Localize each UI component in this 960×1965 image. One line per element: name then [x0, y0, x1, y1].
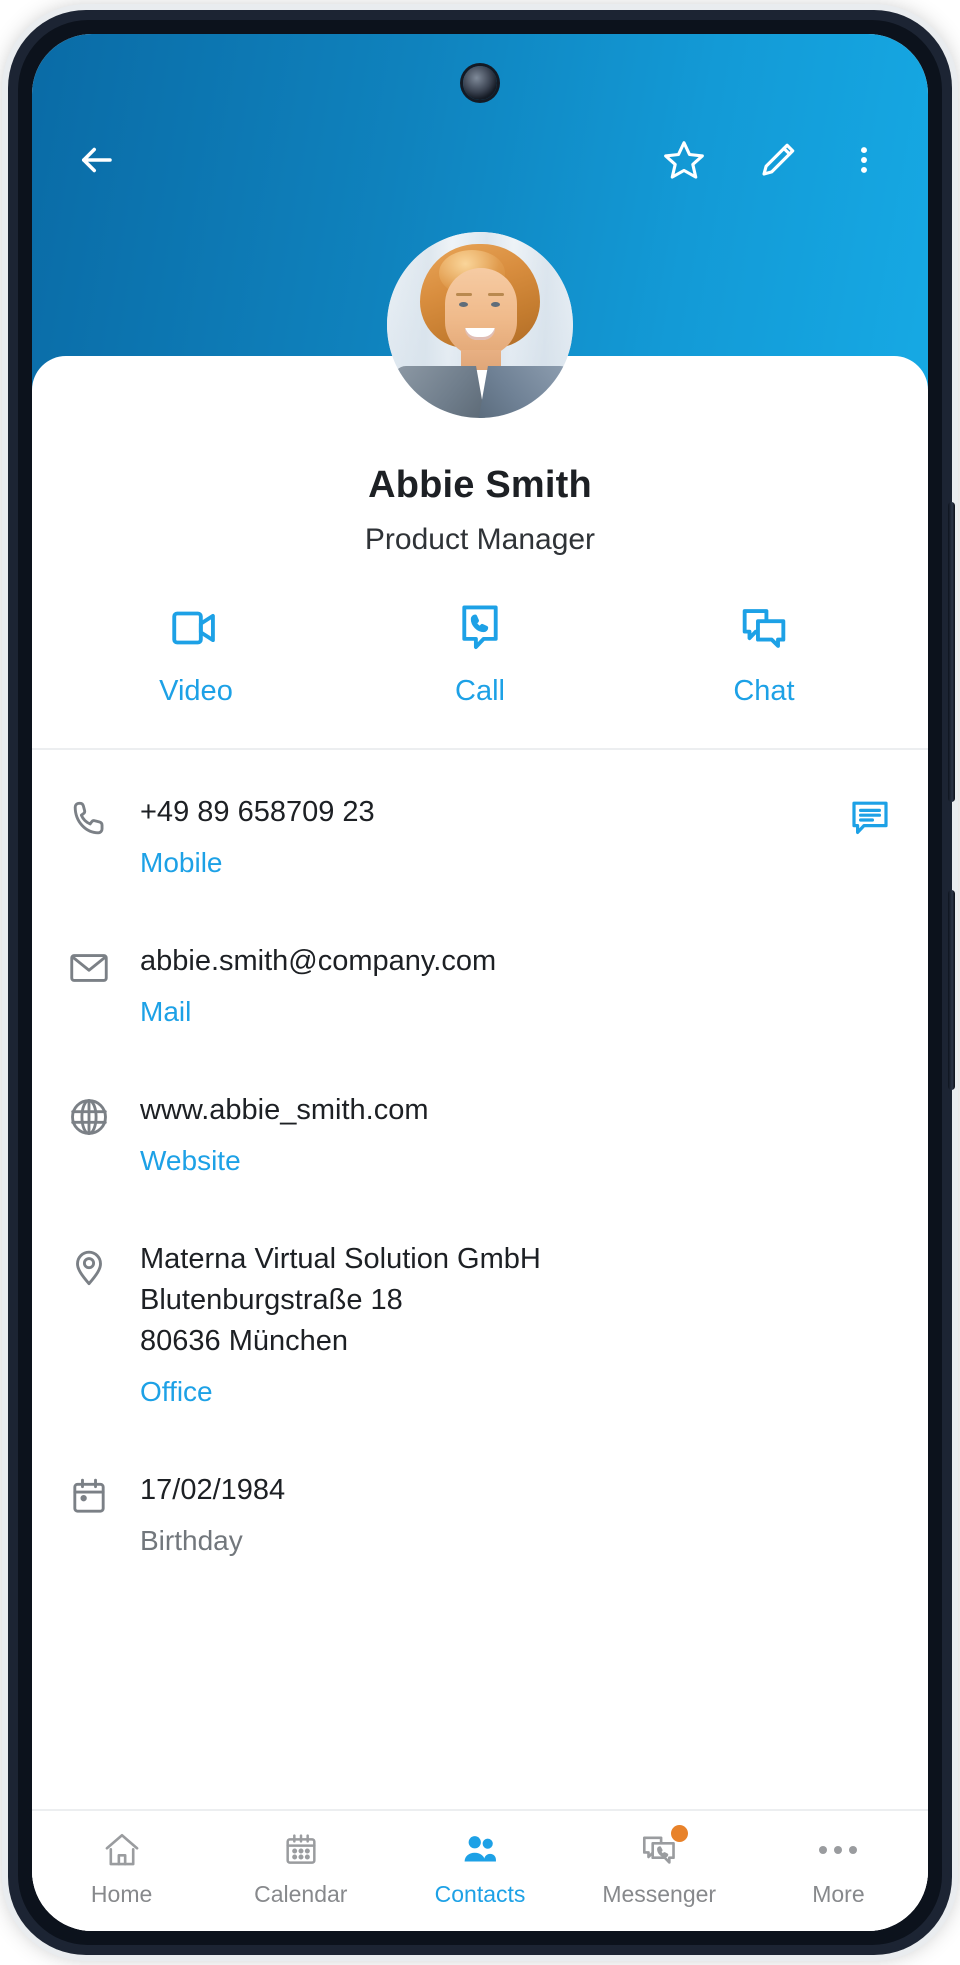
- detail-trailing-website: [824, 1090, 894, 1177]
- chat-action-button[interactable]: Chat: [622, 597, 906, 708]
- detail-body-address: Materna Virtual Solution GmbH Blutenburg…: [140, 1239, 824, 1408]
- arrow-left-icon: [82, 147, 112, 173]
- messenger-badge: [671, 1825, 689, 1842]
- power-button[interactable]: [948, 890, 955, 1090]
- avatar-brow-left: [456, 293, 472, 296]
- website-label: Website: [140, 1145, 241, 1176]
- favorite-button[interactable]: [656, 132, 712, 188]
- avatar-eye-left: [459, 302, 468, 307]
- volume-button[interactable]: [948, 502, 955, 802]
- detail-trailing-birthday: [824, 1470, 894, 1557]
- mail-value: abbie.smith@company.com: [140, 945, 497, 977]
- detail-body-phone: +49 89 658709 23 Mobile: [140, 792, 824, 879]
- dot-3: [849, 1846, 858, 1854]
- nav-item-calendar[interactable]: Calendar: [211, 1827, 390, 1908]
- overflow-menu-button[interactable]: [836, 132, 892, 188]
- envelope-icon: [66, 941, 140, 1028]
- video-action-button[interactable]: Video: [54, 597, 338, 708]
- detail-body-mail: abbie.smith@company.com Mail: [140, 941, 824, 1028]
- back-button[interactable]: [68, 132, 124, 188]
- avatar[interactable]: [387, 232, 573, 418]
- nav-item-contacts[interactable]: Contacts: [390, 1827, 569, 1908]
- nav-label-contacts: Contacts: [434, 1881, 526, 1907]
- contact-name: Abbie Smith: [368, 464, 592, 506]
- messenger-icon: [638, 1825, 689, 1873]
- detail-row-birthday[interactable]: 17/02/1984 Birthday: [32, 1438, 928, 1587]
- detail-trailing-address: [824, 1239, 894, 1408]
- dot-2: [834, 1846, 843, 1854]
- address-label: Office: [140, 1376, 213, 1407]
- bottom-navigation-bar: Home Calendar Contacts Messenger More: [32, 1809, 928, 1931]
- quick-action-bar: Video Call Chat: [32, 597, 928, 708]
- phone-label: Mobile: [140, 847, 223, 878]
- people-icon: [459, 1827, 501, 1873]
- mail-label: Mail: [140, 996, 192, 1027]
- avatar-eye-right: [491, 302, 500, 307]
- edit-button[interactable]: [750, 132, 806, 188]
- video-action-label: Video: [159, 675, 233, 707]
- calendar-icon: [66, 1470, 140, 1557]
- phone-bubble-icon: [451, 597, 509, 659]
- pencil-icon: [762, 143, 795, 176]
- video-camera-icon: [167, 597, 225, 659]
- phone-screen: Abbie Smith Product Manager Video Call C…: [32, 34, 928, 1931]
- calendar-icon: [281, 1827, 321, 1873]
- call-action-button[interactable]: Call: [338, 597, 622, 708]
- globe-icon: [66, 1090, 140, 1177]
- detail-body-birthday: 17/02/1984 Birthday: [140, 1470, 824, 1557]
- dot-1: [819, 1846, 828, 1854]
- avatar-face: [445, 268, 517, 356]
- detail-row-address[interactable]: Materna Virtual Solution GmbH Blutenburg…: [32, 1207, 928, 1438]
- message-bubble-icon: [852, 801, 888, 834]
- nav-item-home[interactable]: Home: [32, 1827, 211, 1908]
- phone-frame: Abbie Smith Product Manager Video Call C…: [8, 10, 955, 1955]
- app-bar: [32, 120, 928, 200]
- location-pin-icon: [66, 1239, 140, 1408]
- avatar-jacket-right: [478, 366, 573, 418]
- nav-item-more[interactable]: More: [749, 1827, 928, 1908]
- detail-row-mail[interactable]: abbie.smith@company.com Mail: [32, 909, 928, 1058]
- star-outline-icon: [664, 141, 704, 179]
- front-camera-icon: [463, 66, 497, 100]
- dots-horizontal-icon: [819, 1827, 858, 1873]
- nav-label-home: Home: [90, 1881, 153, 1907]
- nav-label-messenger: Messenger: [602, 1881, 717, 1907]
- detail-trailing-mail: [824, 941, 894, 1028]
- detail-row-website[interactable]: www.abbie_smith.com Website: [32, 1058, 928, 1207]
- home-icon: [101, 1827, 143, 1873]
- detail-row-phone[interactable]: +49 89 658709 23 Mobile: [32, 760, 928, 909]
- contact-detail-list: +49 89 658709 23 Mobile abbie.smith@comp…: [32, 750, 928, 1587]
- birthday-value: 17/02/1984: [140, 1474, 286, 1506]
- detail-body-website: www.abbie_smith.com Website: [140, 1090, 824, 1177]
- contact-detail-card: Abbie Smith Product Manager Video Call C…: [32, 232, 928, 1931]
- detail-trailing-phone[interactable]: [824, 792, 894, 879]
- call-action-label: Call: [455, 675, 505, 707]
- phone-value: +49 89 658709 23: [140, 796, 375, 828]
- nav-label-more: More: [812, 1881, 865, 1907]
- chat-action-label: Chat: [733, 675, 795, 707]
- contact-role: Product Manager: [364, 523, 596, 556]
- dots-vertical-icon: [861, 147, 867, 173]
- nav-item-messenger[interactable]: Messenger: [570, 1825, 749, 1908]
- chat-bubbles-icon: [735, 597, 793, 659]
- avatar-jacket-left: [392, 366, 486, 418]
- website-value: www.abbie_smith.com: [140, 1094, 429, 1126]
- address-value: Materna Virtual Solution GmbH Blutenburg…: [140, 1243, 541, 1357]
- phone-icon: [66, 792, 140, 879]
- avatar-brow-right: [488, 293, 504, 296]
- nav-label-calendar: Calendar: [254, 1881, 348, 1907]
- birthday-label: Birthday: [140, 1525, 243, 1556]
